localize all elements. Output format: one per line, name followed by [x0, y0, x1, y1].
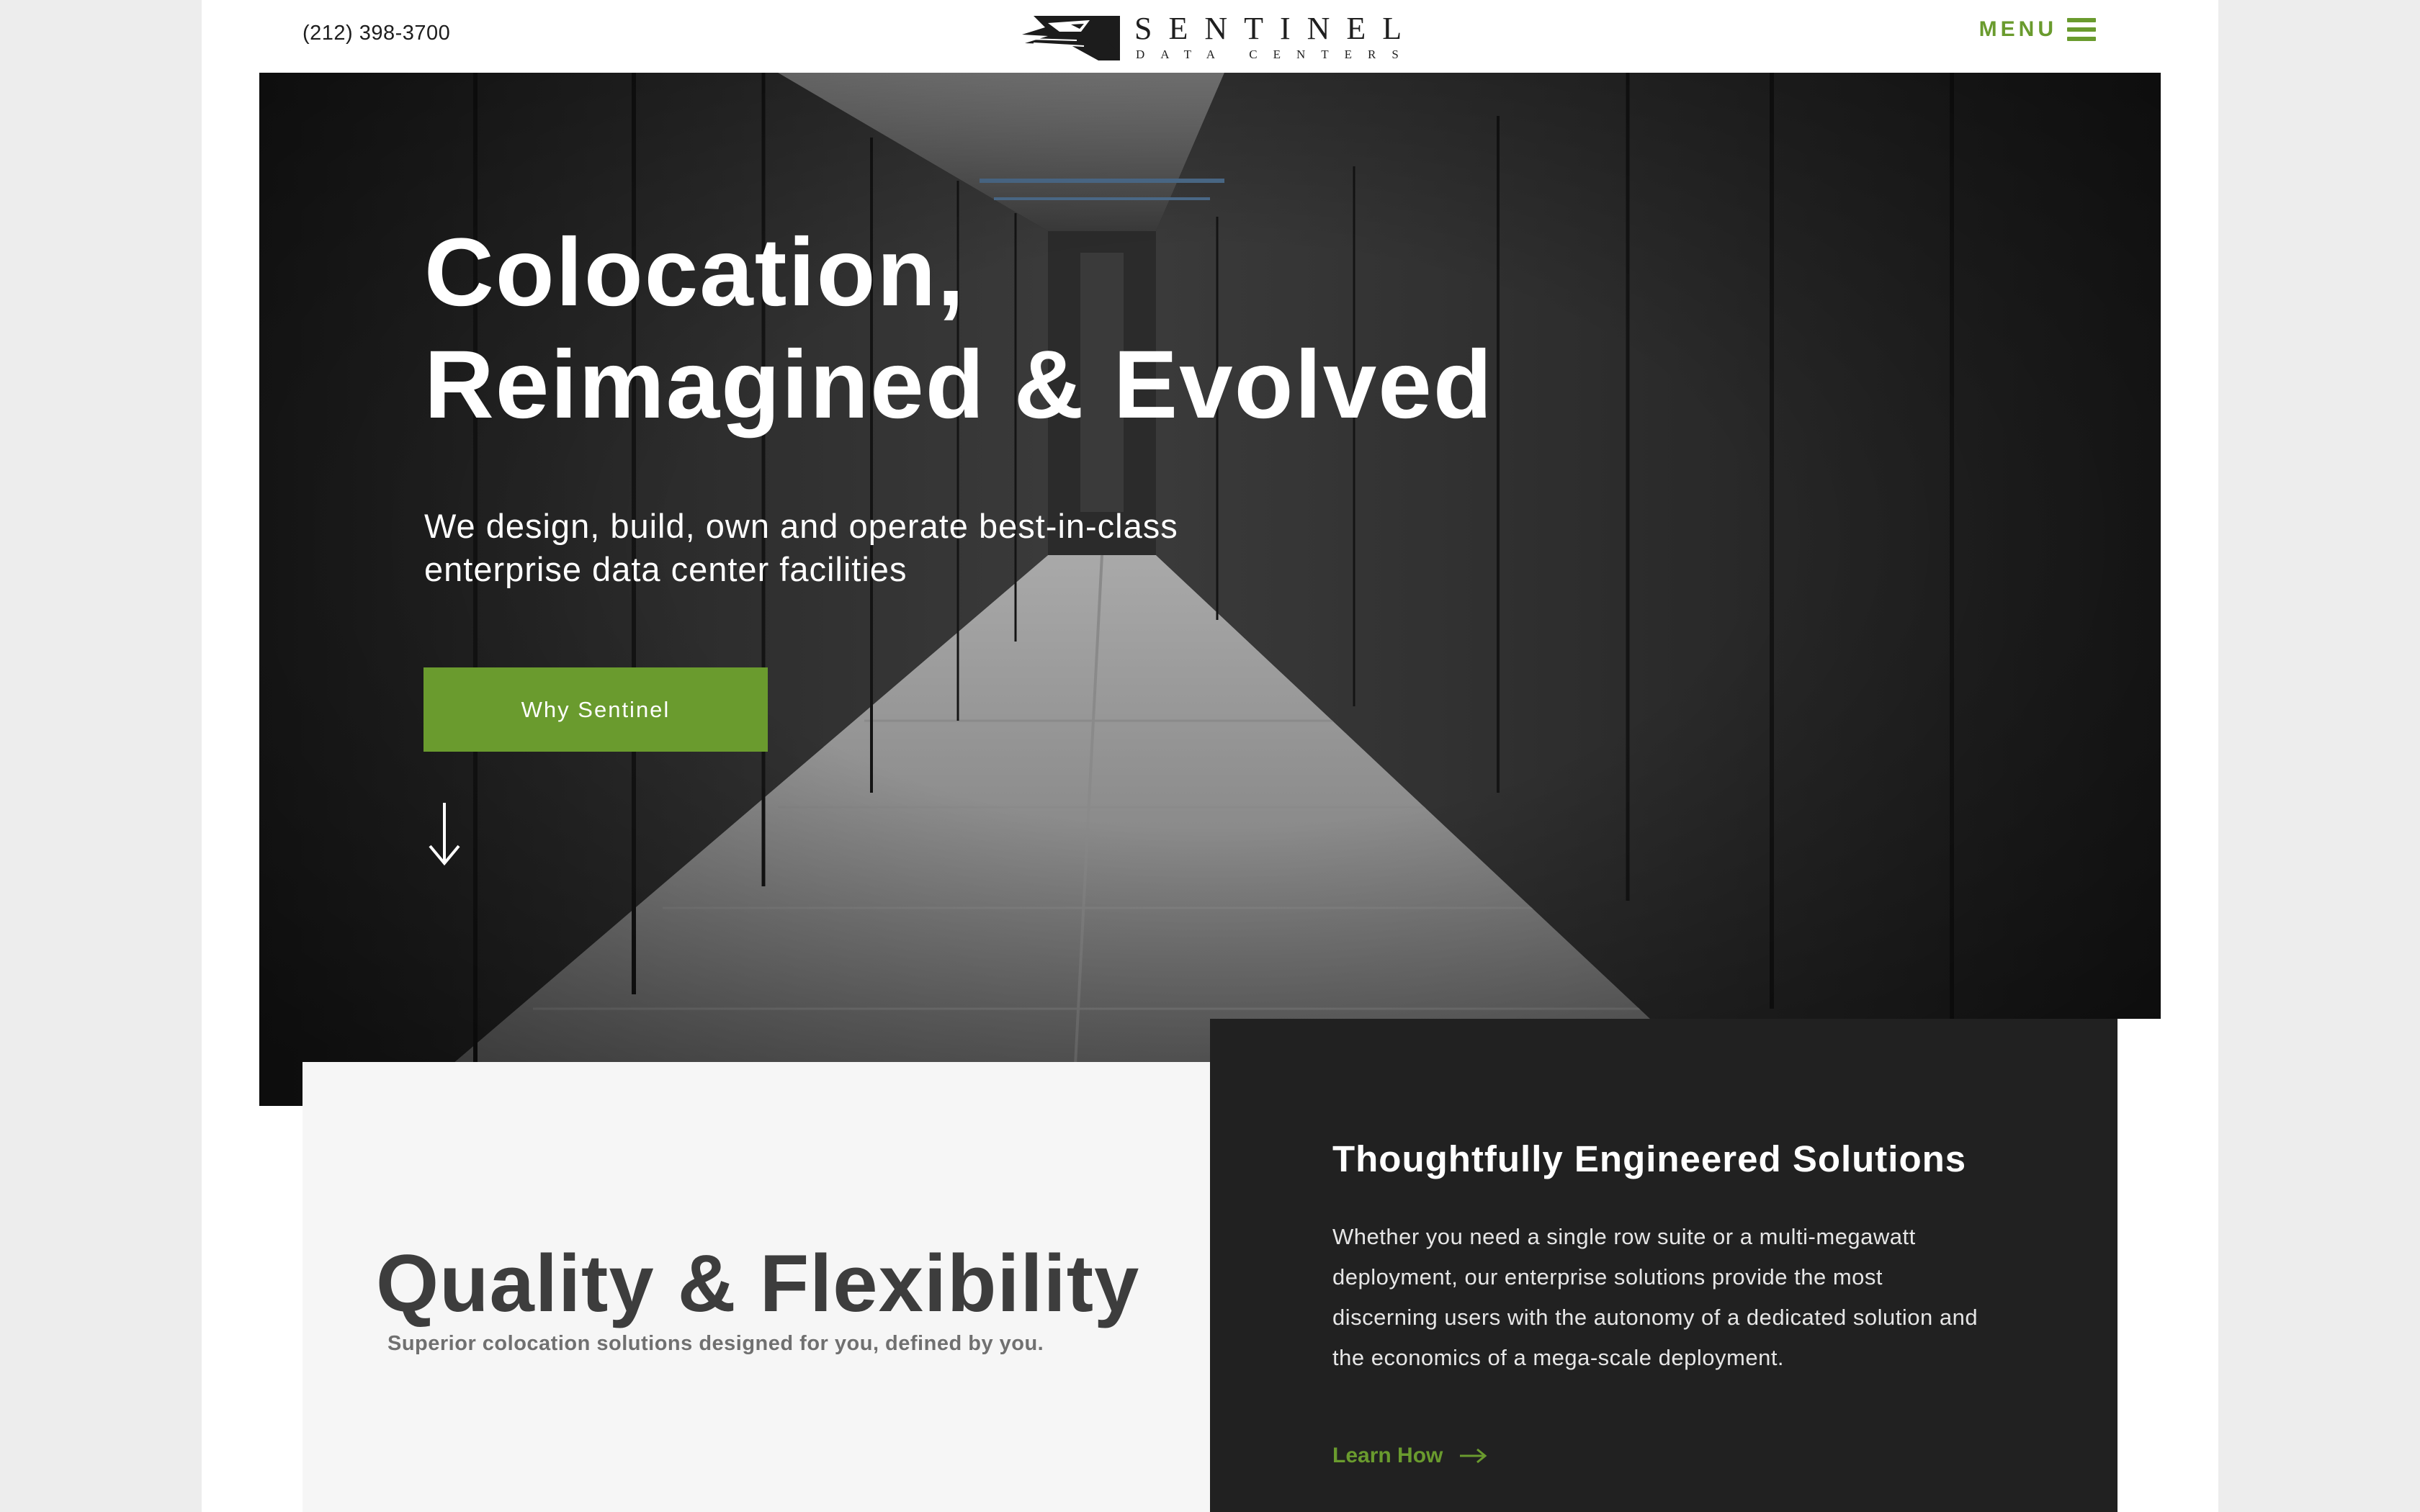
sentinel-logo[interactable]: SENTINEL DATA CENTERS	[1019, 10, 1422, 63]
learn-how-label: Learn How	[1332, 1444, 1443, 1467]
why-sentinel-button[interactable]: Why Sentinel	[424, 667, 768, 752]
hamburger-icon	[2067, 18, 2096, 41]
hero-title-line-2: Reimagined & Evolved	[424, 331, 1494, 438]
page: (212) 398-3700 SENTINEL DATA CENTERS MEN…	[202, 0, 2218, 1512]
arrow-right-icon	[1460, 1448, 1487, 1464]
solutions-body-line-1: Whether you need a single row suite or a…	[1332, 1224, 1916, 1249]
solutions-body-line-3: discerning users with the autonomy of a …	[1332, 1305, 1978, 1330]
site-header: (212) 398-3700 SENTINEL DATA CENTERS MEN…	[202, 0, 2218, 73]
quality-title: Quality & Flexibility	[376, 1238, 1140, 1328]
solutions-title: Thoughtfully Engineered Solutions	[1332, 1138, 1967, 1179]
logo-subtitle: DATA CENTERS	[1136, 48, 1415, 61]
solutions-body-line-4: the economics of a mega-scale deployment…	[1332, 1345, 1785, 1370]
hawk-logo-icon	[1022, 16, 1120, 60]
hero-content: Colocation, Reimagined & Evolved We desi…	[259, 73, 2161, 1106]
hero-subtitle-line-1: We design, build, own and operate best-i…	[424, 507, 1178, 545]
logo-title: SENTINEL	[1134, 11, 1419, 46]
quality-subtitle: Superior colocation solutions designed f…	[387, 1332, 1044, 1355]
hero-title: Colocation, Reimagined & Evolved	[424, 217, 1494, 441]
menu-label: MENU	[1978, 17, 2057, 41]
menu-button[interactable]: MENU	[1979, 17, 2096, 42]
solutions-section: Thoughtfully Engineered Solutions Whethe…	[1210, 1019, 2118, 1512]
hero-title-line-1: Colocation,	[424, 219, 966, 326]
hero-subtitle-line-2: enterprise data center facilities	[424, 550, 908, 588]
solutions-body: Whether you need a single row suite or a…	[1332, 1217, 2024, 1378]
solutions-body-line-2: deployment, our enterprise solutions pro…	[1332, 1264, 1883, 1290]
hero-section: Colocation, Reimagined & Evolved We desi…	[259, 73, 2161, 1106]
hero-subtitle: We design, build, own and operate best-i…	[424, 505, 1289, 591]
learn-how-link[interactable]: Learn How	[1332, 1444, 1487, 1468]
arrow-down-icon[interactable]	[427, 801, 462, 866]
quality-section: Quality & Flexibility Superior colocatio…	[302, 1062, 1211, 1512]
phone-link[interactable]: (212) 398-3700	[302, 22, 450, 45]
